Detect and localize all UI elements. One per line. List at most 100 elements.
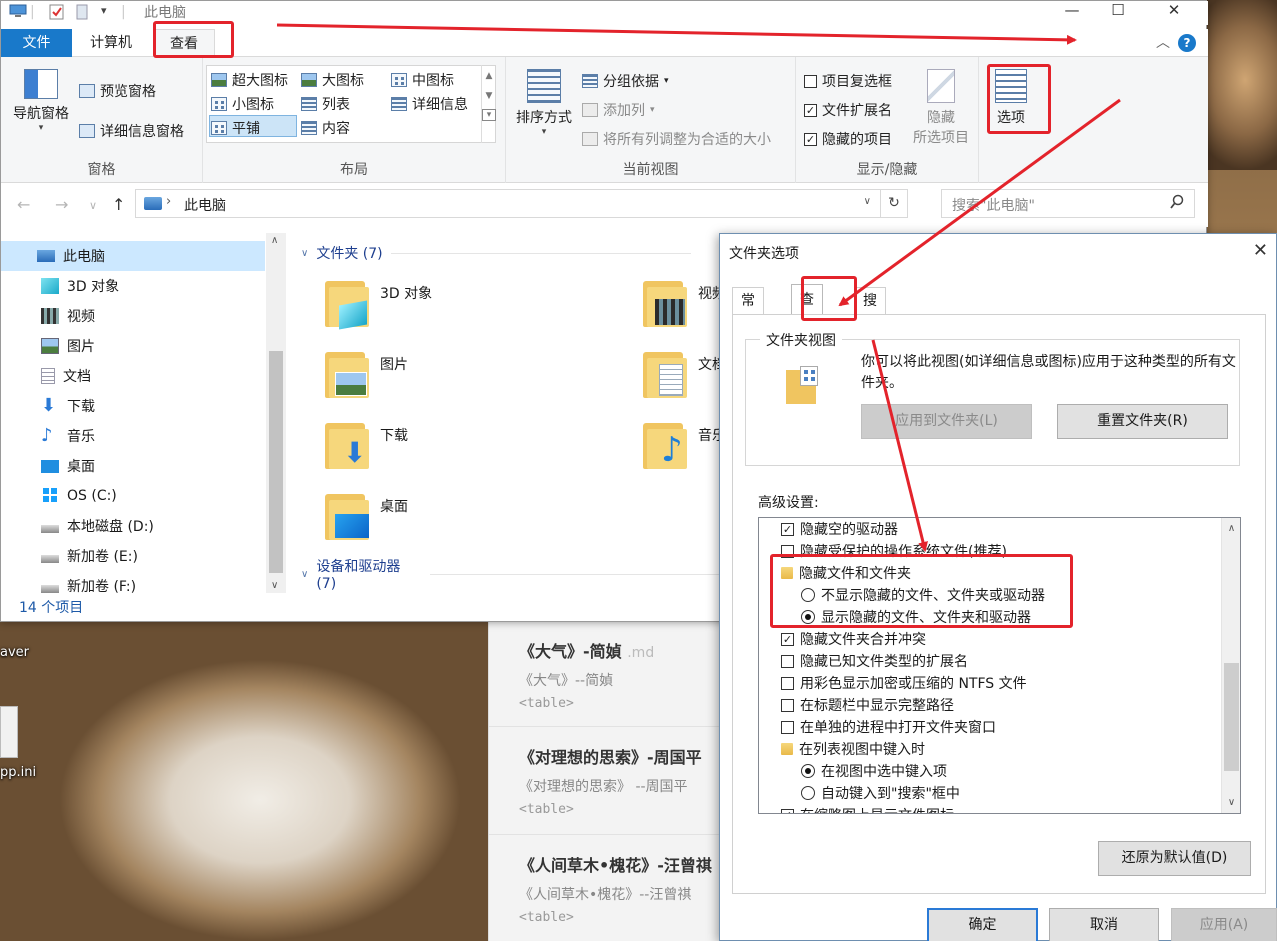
breadcrumb-chevron-icon[interactable]: › <box>166 194 171 209</box>
ok-button[interactable]: 确定 <box>927 908 1038 941</box>
option-hide-empty-drives[interactable]: ✓ 隐藏空的驱动器 <box>781 518 898 540</box>
close-icon[interactable]: ✕ <box>1253 240 1268 261</box>
option-ntfs-color[interactable]: 用彩色显示加密或压缩的 NTFS 文件 <box>781 672 1027 694</box>
breadcrumb[interactable]: 此电脑 <box>184 195 226 215</box>
tab-file[interactable]: 文件 <box>1 29 72 57</box>
folder-name[interactable]: 文档 <box>698 354 721 374</box>
tab-computer[interactable]: 计算机 <box>74 29 148 57</box>
restore-defaults-button[interactable]: 还原为默认值(D) <box>1098 841 1251 876</box>
section-devices[interactable]: ∨ 设备和驱动器 (7) <box>301 556 721 592</box>
layout-tiles[interactable]: 平铺 <box>211 118 260 138</box>
folder-icon[interactable] <box>323 348 371 398</box>
navigation-scrollbar[interactable]: ∧ ∨ <box>266 233 286 593</box>
new-folder-icon[interactable] <box>76 4 88 24</box>
option-hide-extensions[interactable]: 隐藏已知文件类型的扩展名 <box>781 650 968 672</box>
section-folders[interactable]: ∨ 文件夹 (7) <box>301 243 691 263</box>
folder-icon[interactable]: ♪ <box>641 419 689 469</box>
sidebar-item-music[interactable]: ♪ 音乐 <box>1 421 265 451</box>
layout-small-icons[interactable]: 小图标 <box>211 94 274 114</box>
advanced-settings-scrollbar[interactable]: ∧ ∨ <box>1221 518 1240 813</box>
layout-list[interactable]: 列表 <box>301 94 350 114</box>
sidebar-item-downloads[interactable]: ⬇ 下载 <box>1 391 265 421</box>
recent-locations-icon[interactable]: ∨ <box>89 199 97 212</box>
folder-name[interactable]: 桌面 <box>380 496 408 516</box>
apply-button[interactable]: 应用(A) <box>1171 908 1277 941</box>
option-select-typed-item[interactable]: 在视图中选中键入项 <box>801 760 947 782</box>
hide-selected-button[interactable]: 隐藏 所选项目 <box>906 69 976 147</box>
minimize-icon[interactable]: — <box>1049 1 1095 25</box>
sidebar-item-desktop[interactable]: 桌面 <box>1 451 265 481</box>
layout-details[interactable]: 详细信息 <box>391 94 468 114</box>
folder-name[interactable]: 音乐 <box>698 425 721 445</box>
scrollbar-thumb[interactable] <box>269 351 283 573</box>
add-columns-button[interactable]: 添加列 ▾ <box>582 100 655 120</box>
desktop-file-icon[interactable] <box>0 706 18 758</box>
option-type-into-search[interactable]: 自动键入到"搜索"框中 <box>801 782 960 804</box>
maximize-icon[interactable]: ☐ <box>1095 1 1141 25</box>
customize-toolbar-icon[interactable]: ▾ <box>101 4 107 17</box>
apply-to-folders-button[interactable]: 应用到文件夹(L) <box>861 404 1032 439</box>
folder-icon[interactable] <box>641 277 689 327</box>
chevron-down-icon[interactable]: ∨ <box>271 580 278 591</box>
sidebar-item-pictures[interactable]: 图片 <box>1 331 265 361</box>
layout-medium-icons[interactable]: 中图标 <box>391 70 454 90</box>
layout-large-icons[interactable]: 大图标 <box>301 70 364 90</box>
address-bar[interactable]: › 此电脑 ∨ ↻ <box>135 189 908 218</box>
help-icon[interactable]: ? <box>1178 34 1196 52</box>
forward-icon[interactable]: → <box>55 195 68 214</box>
back-icon[interactable]: ← <box>17 195 30 214</box>
chevron-down-icon[interactable]: ∨ <box>1222 794 1240 811</box>
folder-icon[interactable] <box>323 277 371 330</box>
option-thumbnail-icons[interactable]: ✓在缩略图上显示文件图标 <box>781 804 954 813</box>
tab-general[interactable]: 常规 <box>732 287 764 335</box>
collapse-ribbon-icon[interactable]: ︿ <box>1156 32 1170 52</box>
layout-extra-large-icons[interactable]: 超大图标 <box>211 70 288 90</box>
file-extensions-toggle[interactable]: ✓ 文件扩展名 <box>804 100 892 120</box>
item-checkboxes-toggle[interactable]: 项目复选框 <box>804 71 892 91</box>
chevron-up-icon[interactable]: ∧ <box>1222 520 1240 537</box>
sidebar-item-drive-d[interactable]: 本地磁盘 (D:) <box>1 511 265 541</box>
details-pane-button[interactable]: 详细信息窗格 <box>79 121 184 141</box>
sidebar-item-drive-c[interactable]: OS (C:) <box>1 481 265 511</box>
properties-icon[interactable] <box>49 4 65 24</box>
sidebar-item-this-pc[interactable]: 此电脑 <box>1 241 265 271</box>
folder-name[interactable]: 3D 对象 <box>380 283 432 303</box>
search-input[interactable]: 搜索"此电脑" <box>941 189 1195 218</box>
refresh-icon[interactable]: ↻ <box>880 189 908 218</box>
cancel-button[interactable]: 取消 <box>1049 908 1159 941</box>
folder-name[interactable]: 视频 <box>698 283 721 303</box>
chevron-up-icon[interactable]: ∧ <box>271 235 278 246</box>
group-by-button[interactable]: 分组依据 ▾ <box>582 71 669 91</box>
folder-icon[interactable]: ⬇ <box>323 419 371 469</box>
option-hide-merge-conflicts[interactable]: ✓ 隐藏文件夹合并冲突 <box>781 628 926 650</box>
hidden-items-toggle[interactable]: ✓ 隐藏的项目 <box>804 129 892 149</box>
nav-pane-button[interactable]: 导航窗格 ▾ <box>9 69 73 133</box>
list-item[interactable]: 《对理想的思索》-周国平 《对理想的思索》 --周国平 <table> <box>489 744 721 817</box>
close-icon[interactable]: ✕ <box>1151 1 1197 25</box>
list-item[interactable]: 《人间草木•槐花》-汪曾祺 《人间草木•槐花》--汪曾祺 <table> <box>489 852 721 925</box>
option-full-path-title[interactable]: 在标题栏中显示完整路径 <box>781 694 954 716</box>
tab-search[interactable]: 搜索 <box>854 287 886 335</box>
folder-name[interactable]: 下载 <box>380 425 408 445</box>
search-icon[interactable] <box>1170 194 1184 214</box>
sort-by-button[interactable]: 排序方式 ▾ <box>512 69 576 137</box>
sidebar-item-3d-objects[interactable]: 3D 对象 <box>1 271 265 301</box>
folder-icon[interactable] <box>641 348 689 398</box>
desktop-icon-label[interactable]: pp.ini <box>0 765 36 780</box>
layout-content[interactable]: 内容 <box>301 118 350 138</box>
layout-gallery-scroll[interactable]: ▲ ▼ ▾ <box>481 65 496 143</box>
scrollbar-thumb[interactable] <box>1224 663 1239 771</box>
size-all-columns-button[interactable]: 将所有列调整为合适的大小 <box>582 129 771 149</box>
up-icon[interactable]: ↑ <box>112 195 125 214</box>
reset-folders-button[interactable]: 重置文件夹(R) <box>1057 404 1228 439</box>
sidebar-item-videos[interactable]: 视频 <box>1 301 265 331</box>
option-separate-process[interactable]: 在单独的进程中打开文件夹窗口 <box>781 716 996 738</box>
sidebar-item-documents[interactable]: 文档 <box>1 361 265 391</box>
chevron-down-icon[interactable]: ∨ <box>864 196 871 207</box>
sidebar-item-drive-e[interactable]: 新加卷 (E:) <box>1 541 265 571</box>
preview-pane-button[interactable]: 预览窗格 <box>79 81 156 101</box>
folder-icon[interactable] <box>323 490 371 540</box>
folder-name[interactable]: 图片 <box>380 354 408 374</box>
desktop-icon-label[interactable]: aver <box>0 645 29 660</box>
list-item[interactable]: 《大气》-简媜 .md 《大气》--简媜 <table> <box>489 638 721 711</box>
